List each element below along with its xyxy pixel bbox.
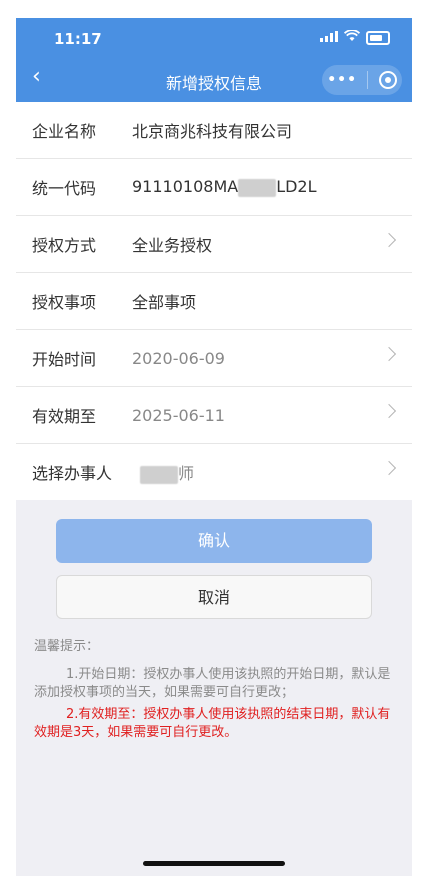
- auth-matters-value: 全部事项: [132, 293, 197, 312]
- status-icons: [320, 29, 390, 45]
- redacted-block: [140, 465, 178, 484]
- row-agent[interactable]: 选择办事人 师: [16, 444, 412, 500]
- expiry-date-value: 2025-06-11: [132, 405, 225, 425]
- wifi-icon: [343, 29, 361, 45]
- row-auth-matters: 授权事项 全部事项: [16, 273, 412, 330]
- company-name-value: 北京商兆科技有限公司: [132, 122, 293, 141]
- signal-icon: [320, 30, 338, 45]
- row-company-name: 企业名称 北京商兆科技有限公司: [16, 102, 412, 159]
- confirm-button[interactable]: 确认: [56, 519, 372, 563]
- status-time: 11:17: [54, 30, 102, 48]
- tip-expiry-date: 2.有效期至：授权办事人使用该执照的结束日期，默认有效期是3天，如果需要可自行更…: [34, 707, 391, 740]
- tip-start-date: 1.开始日期：授权办事人使用该执照的开始日期，默认是添加授权事项的当天，如果需要…: [34, 667, 391, 700]
- company-name-label: 企业名称: [32, 122, 97, 141]
- tips-title: 温馨提示：: [34, 639, 100, 654]
- credit-code-prefix: 91110108MA: [132, 177, 239, 197]
- more-icon[interactable]: •••: [327, 72, 357, 88]
- redacted-block: [238, 178, 277, 197]
- expiry-date-label: 有效期至: [32, 407, 97, 426]
- auth-matters-label: 授权事项: [32, 293, 97, 312]
- agent-name-suffix: 师: [178, 464, 195, 483]
- auth-method-value: 全业务授权: [132, 236, 213, 255]
- row-credit-code: 统一代码 91110108MA LD2L: [16, 159, 412, 216]
- row-expiry-date[interactable]: 有效期至 2025-06-11: [16, 387, 412, 444]
- auth-method-label: 授权方式: [32, 236, 97, 255]
- close-mini-program-icon[interactable]: [378, 71, 397, 89]
- top-bar: 11:17 ‹ 新增授权信息 •••: [16, 18, 412, 102]
- credit-code-suffix: LD2L: [276, 177, 317, 197]
- agent-value: 师: [140, 460, 412, 484]
- mini-program-capsule: •••: [322, 65, 402, 95]
- battery-icon: [366, 30, 390, 45]
- home-indicator: [143, 861, 285, 866]
- phone-screen: 11:17 ‹ 新增授权信息 ••• 企业名称 北京商兆科技有限公司 统一代码 …: [16, 18, 412, 876]
- tips-section: 温馨提示： 1.开始日期：授权办事人使用该执照的开始日期，默认是添加授权事项的当…: [34, 638, 394, 746]
- row-auth-method[interactable]: 授权方式 全业务授权: [16, 216, 412, 273]
- cancel-button[interactable]: 取消: [56, 575, 372, 619]
- start-date-value: 2020-06-09: [132, 348, 225, 368]
- row-start-date[interactable]: 开始时间 2020-06-09: [16, 330, 412, 387]
- authorization-form: 企业名称 北京商兆科技有限公司 统一代码 91110108MA LD2L 授权方式…: [16, 102, 412, 500]
- credit-code-label: 统一代码: [32, 179, 97, 198]
- credit-code-value: 91110108MA LD2L: [132, 177, 412, 197]
- agent-label: 选择办事人: [32, 464, 113, 483]
- start-date-label: 开始时间: [32, 350, 97, 369]
- capsule-divider: [367, 71, 369, 89]
